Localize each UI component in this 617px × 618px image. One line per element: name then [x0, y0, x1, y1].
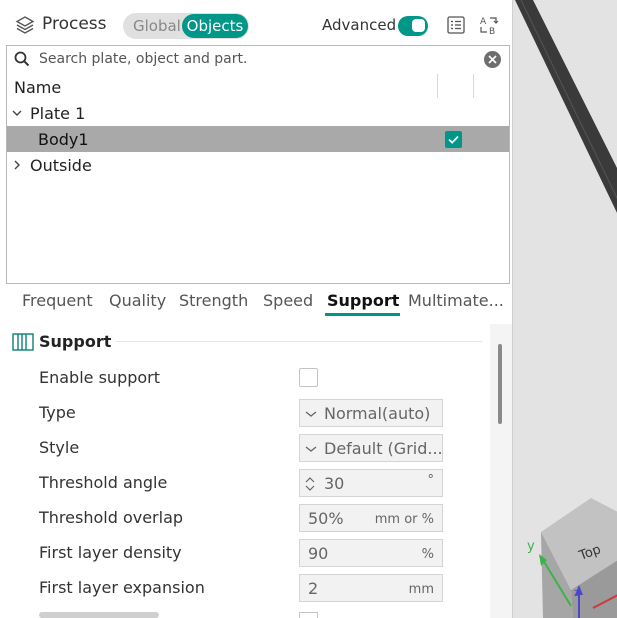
column-name-header[interactable]: Name [14, 78, 61, 97]
first-layer-expansion-input[interactable]: 2 mm [299, 574, 443, 602]
threshold-angle-unit: ° [427, 473, 435, 488]
section-title: Support [39, 332, 112, 351]
process-header: Process Global Objects Advanced A B [0, 0, 512, 44]
threshold-angle-label: Threshold angle [39, 473, 168, 492]
tree-row-plate[interactable]: Plate 1 [7, 100, 509, 126]
support-type-select[interactable]: Normal(auto) [299, 399, 443, 427]
process-panel: Process Global Objects Advanced A B Sear… [0, 0, 512, 618]
scrollbar-thumb[interactable] [498, 344, 502, 424]
body-checkbox[interactable] [445, 131, 462, 148]
object-list: Name Plate 1 Body1 Outside [6, 72, 510, 284]
list-settings-icon[interactable] [445, 14, 467, 36]
tab-frequent[interactable]: Frequent [22, 291, 93, 310]
threshold-overlap-value: 50% [308, 509, 344, 528]
tab-speed[interactable]: Speed [263, 291, 313, 310]
search-icon [14, 51, 30, 67]
clear-search-icon[interactable] [483, 50, 502, 69]
chevron-down-icon [305, 446, 317, 452]
first-layer-density-label: First layer density [39, 543, 182, 562]
spinner-icon[interactable] [304, 475, 316, 493]
clipped-row-checkbox[interactable] [299, 612, 318, 618]
printer-edge [515, 0, 617, 213]
advanced-switch[interactable] [398, 16, 428, 36]
support-style-select[interactable]: Default (Grid... [299, 434, 443, 462]
svg-text:A: A [480, 17, 487, 27]
settings-scrollbar[interactable] [490, 324, 512, 618]
column-separator [473, 74, 474, 98]
threshold-overlap-unit: mm or % [374, 512, 434, 527]
tree-row-label: Outside [30, 156, 92, 175]
active-tab-indicator [325, 313, 400, 316]
first-layer-expansion-value: 2 [308, 579, 319, 598]
chevron-down-icon[interactable] [11, 107, 23, 119]
enable-support-label: Enable support [39, 368, 161, 387]
tab-support[interactable]: Support [327, 291, 399, 310]
toggle-objects-option[interactable]: Objects [182, 14, 248, 38]
tab-multimaterial[interactable]: Multimate... [408, 291, 504, 310]
check-icon [448, 135, 459, 144]
advanced-label: Advanced [322, 16, 397, 34]
section-divider [116, 341, 482, 342]
object-list-header: Name [7, 72, 509, 100]
tree-row-body[interactable]: Body1 [7, 126, 509, 152]
y-axis-label: y [527, 539, 535, 554]
first-layer-density-input[interactable]: 90 % [299, 539, 443, 567]
enable-support-checkbox[interactable] [299, 368, 318, 387]
layers-icon [15, 16, 35, 34]
tab-strength[interactable]: Strength [179, 291, 248, 310]
process-title: Process [42, 14, 107, 34]
chevron-down-icon [305, 411, 317, 417]
object-search-box [6, 45, 510, 73]
support-type-value: Normal(auto) [324, 404, 431, 423]
column-separator [437, 74, 438, 98]
threshold-overlap-label: Threshold overlap [39, 508, 184, 527]
threshold-angle-value: 30 [324, 474, 345, 493]
tree-row-label: Plate 1 [30, 104, 86, 123]
support-style-label: Style [39, 438, 80, 457]
tab-quality[interactable]: Quality [109, 291, 166, 310]
threshold-overlap-input[interactable]: 50% mm or % [299, 504, 443, 532]
support-section-icon [12, 333, 34, 351]
tree-row-outside[interactable]: Outside [7, 152, 509, 178]
toggle-global-option[interactable]: Global [133, 17, 181, 35]
first-layer-density-unit: % [421, 547, 434, 562]
svg-text:B: B [489, 27, 495, 36]
threshold-angle-input[interactable]: 30 ° [299, 469, 443, 497]
chevron-right-icon[interactable] [11, 159, 23, 171]
search-input[interactable] [39, 48, 469, 70]
clipped-row-label [39, 612, 159, 618]
support-settings: Support Enable support Type Normal(auto)… [6, 324, 490, 618]
support-style-value: Default (Grid... [324, 439, 443, 458]
support-type-label: Type [39, 403, 76, 422]
z-axis-label: z [574, 586, 580, 599]
first-layer-expansion-label: First layer expansion [39, 578, 205, 597]
tree-row-label: Body1 [38, 130, 89, 149]
global-objects-toggle[interactable]: Global Objects [123, 13, 249, 39]
compare-ab-icon[interactable]: A B [478, 14, 500, 36]
settings-tabs: Frequent Quality Strength Speed Support … [0, 285, 512, 317]
3d-viewport[interactable]: y z Top [512, 0, 617, 618]
first-layer-density-value: 90 [308, 544, 329, 563]
viewport-canvas: y z Top [515, 0, 617, 618]
first-layer-expansion-unit: mm [408, 582, 434, 597]
